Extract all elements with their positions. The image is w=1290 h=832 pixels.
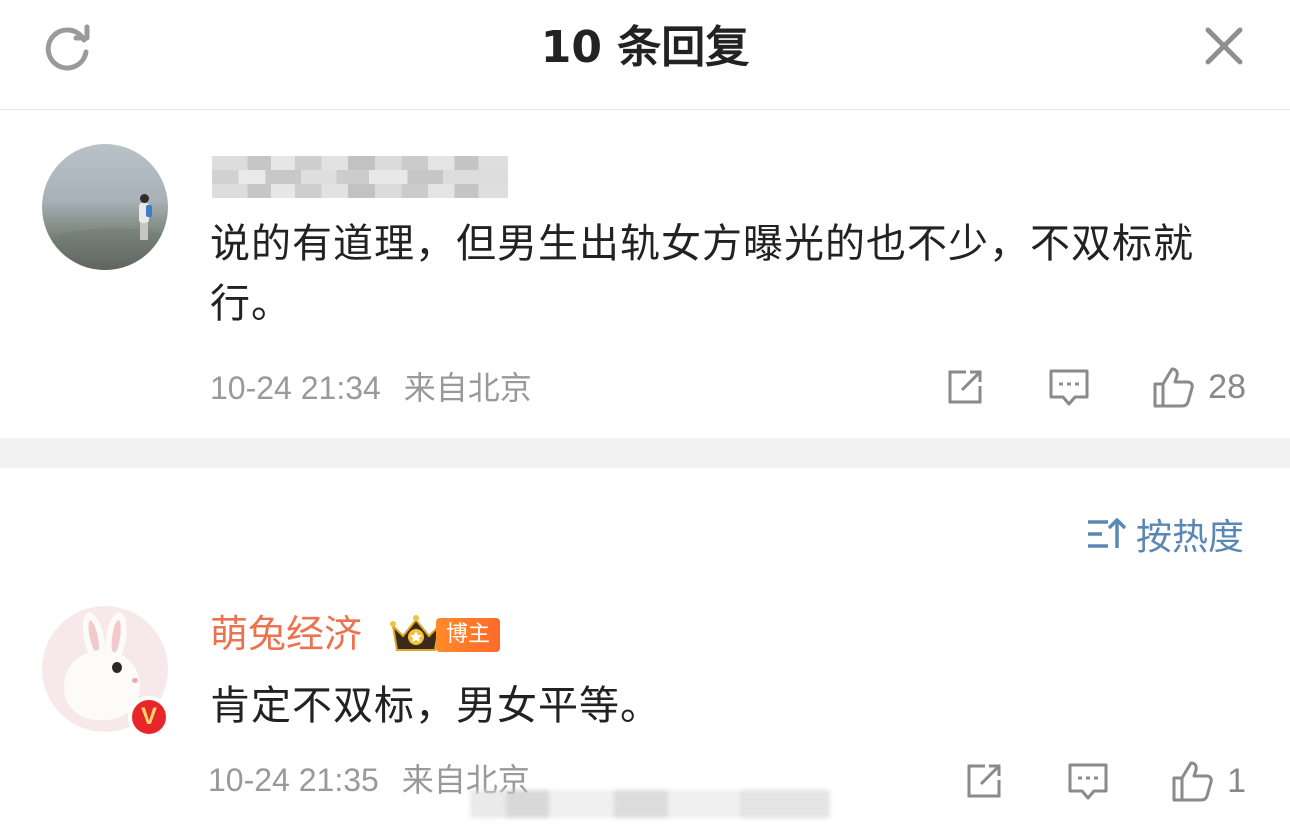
reply-page: 10 条回复 说的有道理，但男生出轨女方曝光的也不少，不双标就行。 10-24 … bbox=[0, 0, 1290, 832]
avatar[interactable] bbox=[42, 144, 168, 270]
avatar-person bbox=[138, 194, 152, 240]
comment-actions: 1 bbox=[961, 756, 1246, 806]
like-icon[interactable] bbox=[1150, 364, 1196, 410]
comment-actions: 28 bbox=[942, 362, 1246, 412]
page-title: 10 条回复 bbox=[540, 22, 750, 73]
rabbit-nose bbox=[132, 678, 138, 683]
username[interactable]: 萌兔经济 bbox=[210, 608, 362, 660]
comment-meta: 10-24 21:34 来自北京 bbox=[210, 366, 532, 410]
comment-time: 10-24 21:35 bbox=[208, 762, 379, 798]
reply-icon[interactable] bbox=[1046, 364, 1092, 410]
blogger-badge: 博主 bbox=[436, 618, 501, 652]
like-icon[interactable] bbox=[1169, 758, 1215, 804]
section-divider bbox=[0, 438, 1290, 468]
close-icon[interactable] bbox=[1202, 24, 1246, 68]
verified-badge: V bbox=[128, 696, 170, 738]
comment-text: 说的有道理，但男生出轨女方曝光的也不少，不双标就行。 bbox=[210, 221, 1194, 327]
like-count: 1 bbox=[1227, 761, 1246, 800]
watermark-blur bbox=[470, 790, 830, 818]
crown-icon bbox=[390, 615, 442, 651]
share-icon[interactable] bbox=[942, 364, 988, 410]
like-count: 28 bbox=[1208, 367, 1246, 406]
reply-icon[interactable] bbox=[1065, 758, 1111, 804]
username-blurred[interactable] bbox=[212, 156, 508, 198]
comment-time: 10-24 21:34 bbox=[210, 370, 381, 406]
rabbit-eye bbox=[112, 662, 122, 673]
header: 10 条回复 bbox=[0, 0, 1290, 110]
sort-label: 按热度 bbox=[1135, 517, 1244, 558]
comment-location: 来自北京 bbox=[403, 370, 532, 406]
sort-toggle[interactable]: 按热度 bbox=[1086, 510, 1244, 558]
sort-icon bbox=[1087, 518, 1126, 548]
comment-text: 肯定不双标，男女平等。 bbox=[210, 683, 661, 729]
share-icon[interactable] bbox=[961, 758, 1007, 804]
